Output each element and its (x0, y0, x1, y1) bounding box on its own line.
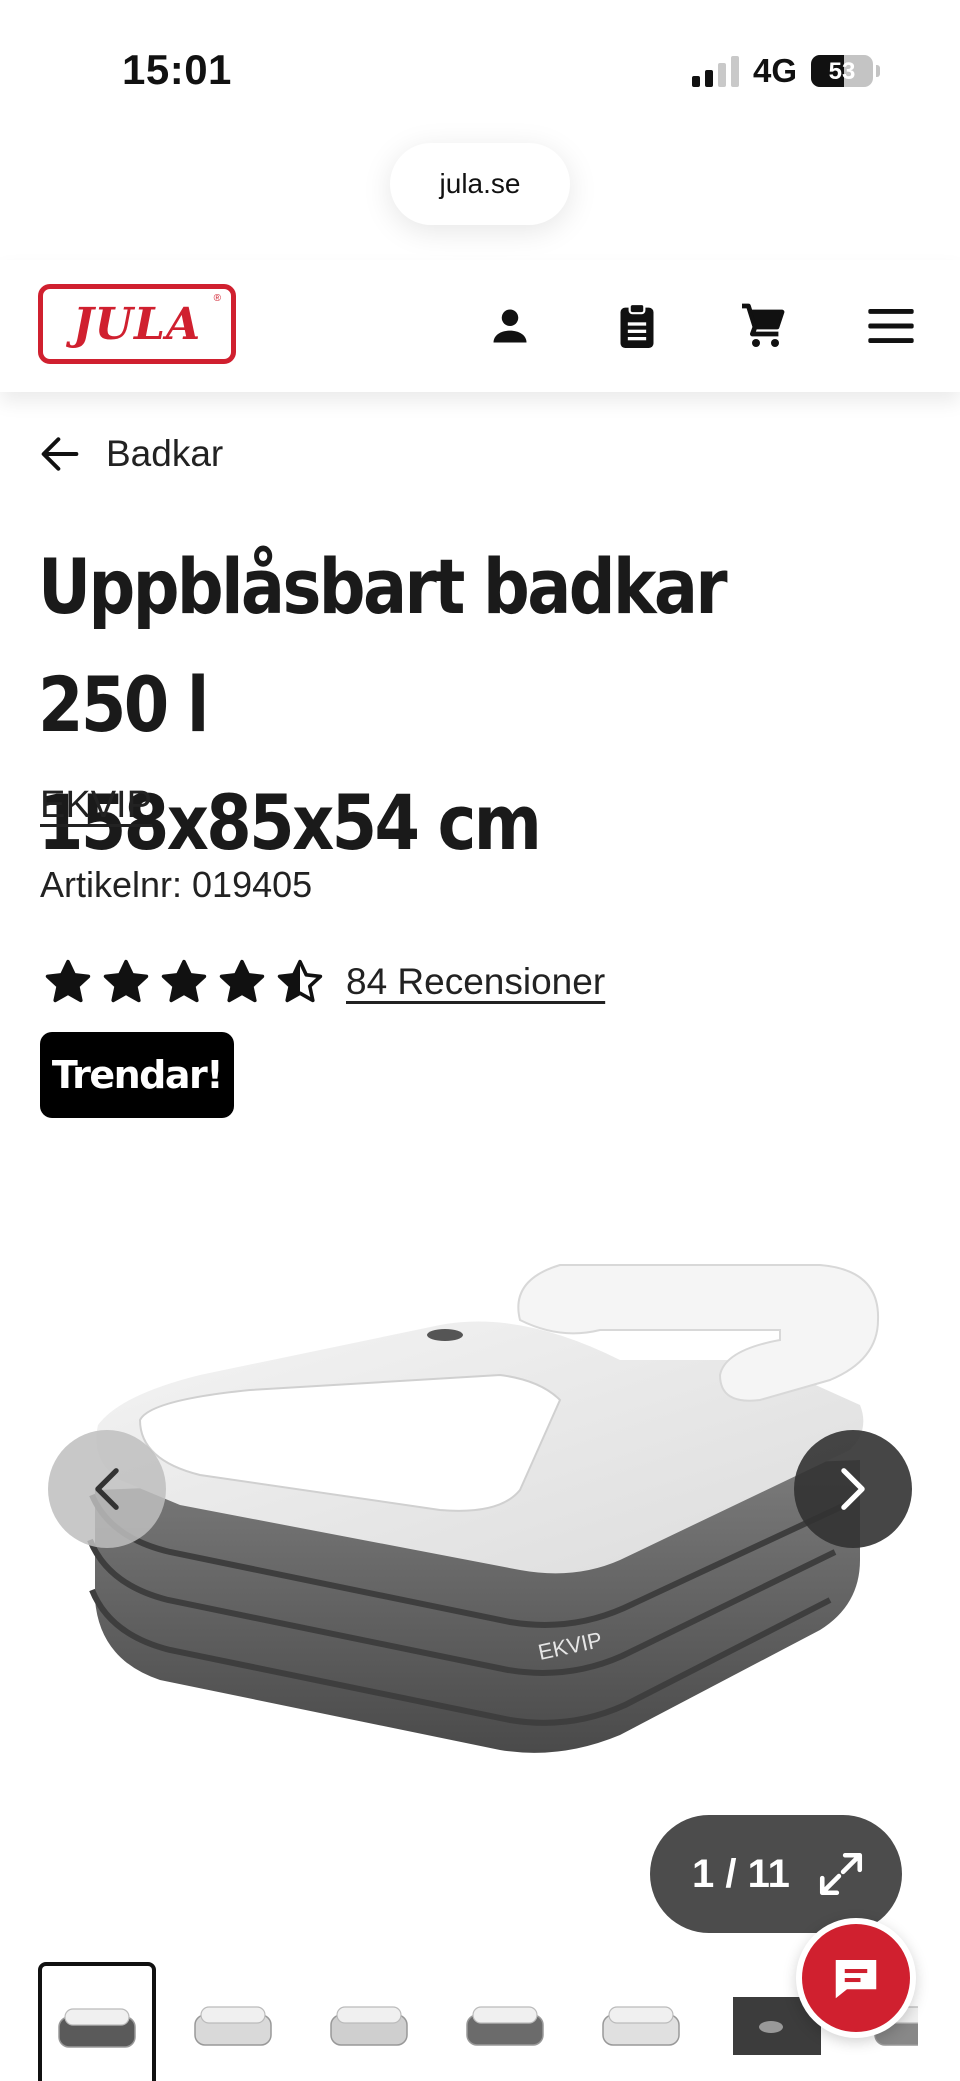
image-counter-text: 1 / 11 (692, 1851, 790, 1896)
thumbnail-strip[interactable] (38, 1962, 918, 2081)
cart-icon[interactable] (734, 296, 794, 356)
thumbnail-image (602, 2005, 680, 2046)
rating[interactable]: 84 Recensioner (44, 958, 605, 1006)
thumbnail-image (58, 2007, 136, 2048)
star-full-icon (161, 959, 207, 1003)
thumbnail[interactable] (446, 1962, 564, 2081)
battery-icon: 53 (811, 55, 873, 87)
star-rating (44, 958, 324, 1006)
reviews-link[interactable]: 84 Recensioner (346, 961, 605, 1003)
article-number: Artikelnr: 019405 (40, 864, 313, 905)
star-full-icon (45, 959, 91, 1003)
breadcrumb-label[interactable]: Badkar (106, 433, 223, 475)
shopping-list-icon[interactable] (607, 296, 667, 356)
star-full-icon (219, 959, 265, 1003)
chevron-left-icon (95, 1468, 119, 1510)
signal-icon (691, 55, 739, 87)
thumbnail-image (330, 2005, 408, 2046)
image-counter[interactable]: 1 / 11 (650, 1815, 902, 1933)
status-indicators: 4G 53 (691, 52, 880, 90)
thumbnail-image (466, 2005, 544, 2046)
next-image-button[interactable] (794, 1430, 912, 1548)
brand-link[interactable]: EKVIP (40, 784, 152, 827)
site-header: JULA ® (0, 260, 960, 392)
chat-button[interactable] (796, 1918, 916, 2038)
expand-icon[interactable] (816, 1849, 866, 1899)
star-full-icon (103, 959, 149, 1003)
status-bar: 15:01 4G 53 (0, 0, 960, 140)
battery-percent: 53 (828, 58, 856, 85)
star-half-icon (277, 959, 323, 1003)
arrow-left-icon[interactable] (40, 436, 80, 472)
product-title: Uppblåsbart badkar 250 l 158x85x54 cm (38, 542, 728, 867)
thumbnail-image (194, 2005, 272, 2046)
url-text: jula.se (439, 168, 521, 199)
jula-logo[interactable]: JULA ® (38, 284, 236, 364)
menu-icon[interactable] (861, 296, 921, 356)
thumbnail[interactable] (582, 1962, 700, 2081)
status-time: 15:01 (122, 46, 232, 93)
network-type: 4G (752, 52, 797, 89)
user-icon[interactable] (480, 296, 540, 356)
thumbnail[interactable] (38, 1962, 156, 2081)
breadcrumb[interactable]: Badkar (40, 426, 223, 482)
trending-badge: Trendar! (40, 1032, 234, 1118)
previous-image-button[interactable] (48, 1430, 166, 1548)
chevron-right-icon (841, 1468, 865, 1510)
logo-mark: ® (213, 293, 221, 304)
chat-icon (835, 1960, 877, 1999)
thumbnail[interactable] (174, 1962, 292, 2081)
address-bar[interactable]: jula.se (390, 143, 570, 225)
product-gallery[interactable]: EKVIP 1 / 11 (0, 1160, 960, 1940)
thumbnail[interactable] (310, 1962, 428, 2081)
logo-text: JULA (72, 298, 202, 350)
